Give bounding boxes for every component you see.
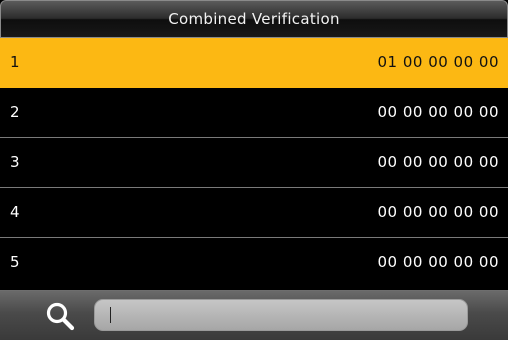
- list-item-index: 2: [10, 103, 20, 121]
- search-bar: [0, 290, 508, 340]
- list-item[interactable]: 1 01 00 00 00 00: [0, 38, 508, 88]
- list-item[interactable]: 3 00 00 00 00 00: [0, 138, 508, 188]
- list-item-index: 4: [10, 203, 20, 221]
- verification-list: 1 01 00 00 00 00 2 00 00 00 00 00 3 00 0…: [0, 38, 508, 290]
- list-item-index: 5: [10, 253, 20, 271]
- device-screen: Combined Verification 1 01 00 00 00 00 2…: [0, 0, 508, 340]
- list-item[interactable]: 4 00 00 00 00 00: [0, 188, 508, 238]
- list-item-value: 01 00 00 00 00: [377, 53, 499, 71]
- page-title: Combined Verification: [168, 10, 340, 28]
- list-item-value: 00 00 00 00 00: [377, 203, 499, 221]
- title-bar: Combined Verification: [0, 0, 508, 38]
- list-item-value: 00 00 00 00 00: [377, 153, 499, 171]
- list-item-index: 3: [10, 153, 20, 171]
- list-item-value: 00 00 00 00 00: [377, 253, 499, 271]
- text-caret: [110, 307, 111, 323]
- search-icon[interactable]: [44, 300, 76, 332]
- list-item-value: 00 00 00 00 00: [377, 103, 499, 121]
- list-item[interactable]: 2 00 00 00 00 00: [0, 88, 508, 138]
- list-item[interactable]: 5 00 00 00 00 00: [0, 238, 508, 287]
- search-input[interactable]: [94, 299, 468, 331]
- list-item-index: 1: [10, 53, 20, 71]
